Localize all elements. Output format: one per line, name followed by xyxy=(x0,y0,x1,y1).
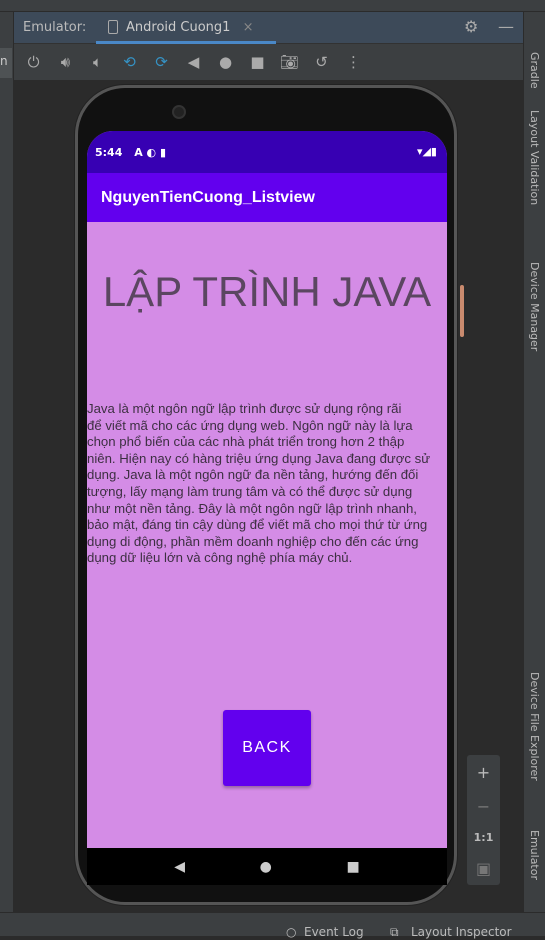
nav-recents-icon[interactable]: ■ xyxy=(346,859,359,875)
text-line: dụng dữ liệu lớn và công nghệ phía máy c… xyxy=(87,550,353,566)
layout-inspector-icon: ⧉ xyxy=(390,925,399,939)
status-notification-icons: A ◐ ▮ xyxy=(134,146,167,159)
text-line: như một nền tảng. Đây là một ngôn ngữ lậ… xyxy=(87,500,417,516)
ide-top-toolbar xyxy=(0,0,545,12)
text-line: tượng, lấy mạng làm trung tâm và có thể … xyxy=(87,483,413,499)
device-screen: 5:44 A ◐ ▮ ▾◢▮ NguyenTienCuong_Listview … xyxy=(87,131,447,885)
status-bar: 5:44 A ◐ ▮ ▾◢▮ xyxy=(87,131,447,173)
zoom-controls: + − 1:1 ▣ xyxy=(467,755,500,885)
text-line: niên. Hiện nay có hàng triệu ứng dụng Ja… xyxy=(87,450,431,466)
volume-up-icon[interactable]: 🔊︎ xyxy=(56,53,75,71)
layout-inspector-button[interactable]: Layout Inspector xyxy=(411,925,512,939)
ide-status-bar: ○ Event Log ⧉ Layout Inspector xyxy=(0,912,545,939)
navigation-bar: ◀ ● ■ xyxy=(87,848,447,885)
emulator-toolbar: ⏻ 🔊︎ 🔈︎ ⟲ ⟳ ◀ ● ■ 📷︎ ↺ ⋮ xyxy=(14,44,523,80)
emulator-label: Emulator: xyxy=(23,20,87,35)
right-tool-strip: Gradle Layout Validation Device Manager … xyxy=(523,12,545,912)
nav-home-icon[interactable]: ● xyxy=(260,859,272,875)
text-line: Java là một ngôn ngữ lập trình được sử d… xyxy=(87,401,402,416)
home-icon[interactable]: ● xyxy=(216,53,235,71)
text-line: để viết mã cho các ứng dụng web. Ngôn ng… xyxy=(87,417,413,433)
power-icon[interactable]: ⏻ xyxy=(24,53,43,71)
text-line: dụng. Java là một ngôn ngữ đa nền tảng, … xyxy=(87,467,419,483)
minimize-icon[interactable]: — xyxy=(498,17,514,36)
event-log-button[interactable]: Event Log xyxy=(304,925,364,939)
gear-icon[interactable]: ⚙ xyxy=(464,17,478,36)
tool-gradle[interactable]: Gradle xyxy=(528,52,541,89)
close-icon[interactable]: × xyxy=(243,20,254,35)
app-bar-title: NguyenTienCuong_Listview xyxy=(87,173,447,222)
back-button[interactable]: BACK xyxy=(223,710,311,786)
back-icon[interactable]: ◀ xyxy=(184,53,203,71)
zoom-in-button[interactable]: + xyxy=(477,763,490,782)
left-tool-strip: n xyxy=(0,12,14,912)
more-icon[interactable]: ⋮ xyxy=(344,53,363,71)
tool-emulator[interactable]: Emulator xyxy=(528,830,541,880)
tool-device-manager[interactable]: Device Manager xyxy=(528,262,541,351)
nav-back-icon[interactable]: ◀ xyxy=(174,859,185,875)
snapshot-icon[interactable]: ↺ xyxy=(312,53,331,71)
heading: LẬP TRÌNH JAVA xyxy=(102,268,432,315)
wifi-signal-battery-icon: ▾◢▮ xyxy=(416,145,437,158)
text-line: chọn phổ biến của các nhà phát triển tro… xyxy=(87,434,405,450)
fit-screen-icon[interactable]: ▣ xyxy=(476,859,491,878)
description-text: Java là một ngôn ngữ lập trình được sử d… xyxy=(87,401,447,567)
text-line: dụng di động, phần mềm doanh nghiệp cho … xyxy=(87,533,419,549)
overview-icon[interactable]: ■ xyxy=(248,53,267,71)
left-tool-tab[interactable]: n xyxy=(0,48,12,78)
camera-icon[interactable]: 📷︎ xyxy=(280,53,299,71)
emulator-tab-bar: Emulator: Android Cuong1 × ⚙ — xyxy=(14,12,523,44)
rotate-right-icon[interactable]: ⟳ xyxy=(152,53,171,71)
tool-layout-validation[interactable]: Layout Validation xyxy=(528,110,541,205)
volume-down-icon[interactable]: 🔈︎ xyxy=(88,53,107,71)
event-log-icon: ○ xyxy=(286,925,297,939)
camera-lens xyxy=(172,105,186,119)
phone-side-button[interactable] xyxy=(460,285,464,337)
tab-android-cuong1[interactable]: Android Cuong1 × xyxy=(96,12,276,44)
status-time: 5:44 xyxy=(95,146,123,159)
device-icon xyxy=(108,20,118,34)
tab-label: Android Cuong1 xyxy=(126,20,231,35)
zoom-out-button[interactable]: − xyxy=(477,797,490,816)
rotate-left-icon[interactable]: ⟲ xyxy=(120,53,139,71)
tool-device-file-explorer[interactable]: Device File Explorer xyxy=(528,672,541,781)
text-line: bảo mật, đáng tin cậy dùng để viết mã ch… xyxy=(87,517,428,533)
zoom-one-to-one-button[interactable]: 1:1 xyxy=(474,831,494,844)
